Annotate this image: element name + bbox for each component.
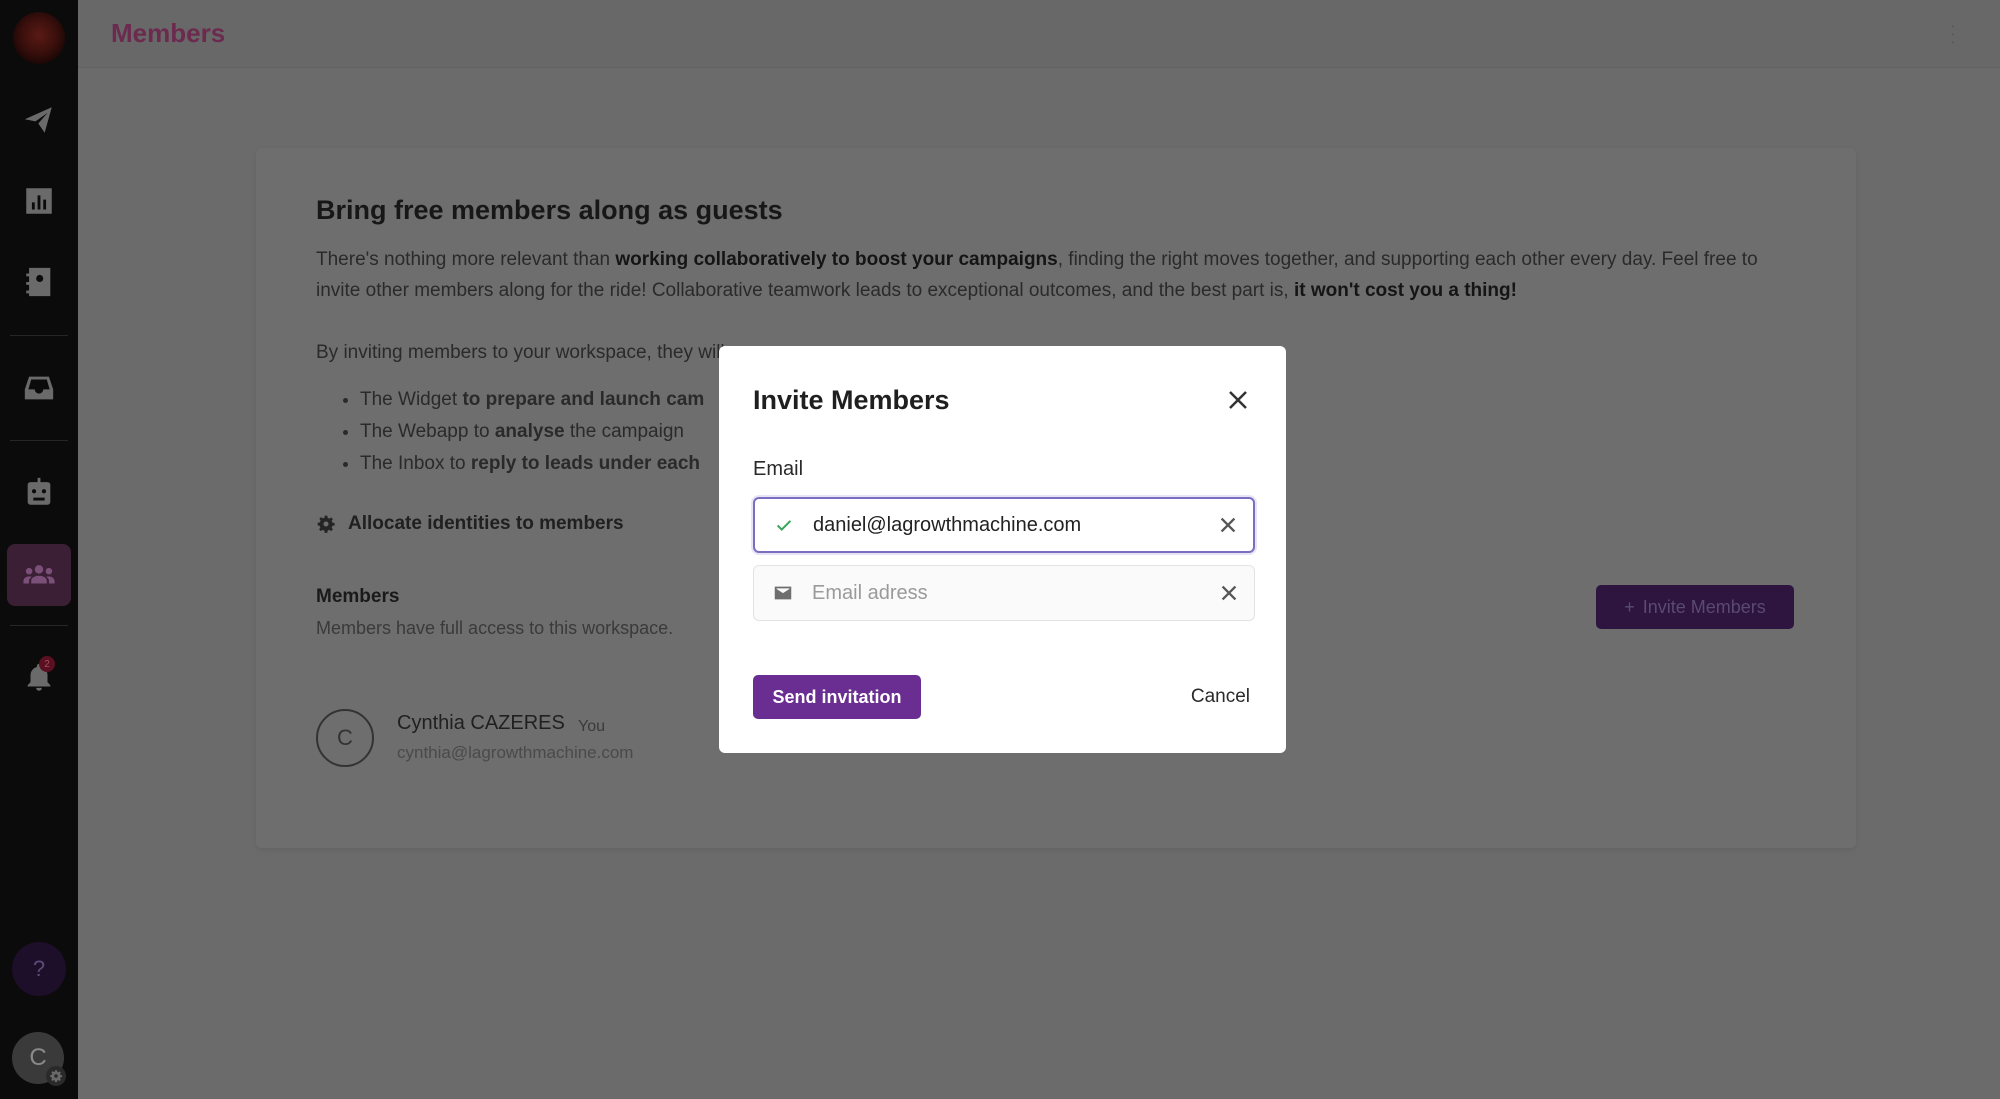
page-header: Members · · · (78, 0, 2000, 68)
sidebar: 2 ? C (0, 0, 78, 1099)
intro-text-1: There's nothing more relevant than (316, 249, 616, 270)
page-title: Members (111, 18, 226, 48)
gear-icon (317, 515, 335, 533)
email-label: Email (753, 458, 804, 480)
gear-icon (50, 1070, 63, 1083)
app-logo[interactable] (13, 12, 65, 64)
member-email: cynthia@lagrowthmachine.com (397, 743, 634, 762)
sidebar-item-bot[interactable] (15, 468, 63, 516)
check-icon (755, 514, 813, 536)
member-name: Cynthia CAZERES (397, 712, 565, 734)
members-heading: Members (316, 586, 400, 607)
sidebar-item-notifications[interactable]: 2 (15, 654, 63, 702)
sidebar-divider (10, 335, 68, 336)
list-item: The Inbox to reply to leads under each (360, 448, 704, 480)
contact-book-icon (26, 267, 51, 297)
allocate-identities-link[interactable]: Allocate identities to members (316, 513, 624, 535)
email-field[interactable] (813, 513, 1203, 537)
list-item: The Widget to prepare and launch cam (360, 384, 704, 416)
clear-email-button[interactable] (1203, 514, 1253, 536)
robot-icon (27, 477, 51, 505)
members-subtitle: Members have full access to this workspa… (316, 618, 674, 638)
close-icon (1221, 585, 1237, 601)
invite-members-label: Invite Members (1642, 596, 1766, 617)
bar-chart-icon (26, 188, 52, 214)
cancel-button[interactable]: Cancel (1191, 675, 1250, 719)
invite-members-button[interactable]: + Invite Members (1596, 585, 1794, 629)
paper-plane-icon (24, 107, 52, 133)
inbox-tray-icon (24, 376, 54, 400)
sidebar-item-campaigns[interactable] (15, 96, 63, 144)
card-title: Bring free members along as guests (316, 195, 783, 225)
help-button[interactable]: ? (12, 942, 66, 996)
avatar-settings-badge[interactable] (46, 1066, 66, 1086)
close-button[interactable] (1224, 386, 1252, 414)
invite-members-modal: Invite Members Email Send invitation Can… (719, 346, 1286, 753)
sidebar-divider (10, 440, 68, 441)
plus-icon: + (1624, 596, 1635, 617)
intro-bold-1: working collaboratively to boost your ca… (615, 249, 1058, 270)
sidebar-divider (10, 625, 68, 626)
users-icon (23, 565, 55, 584)
clear-email-button[interactable] (1204, 582, 1254, 604)
feature-list: The Widget to prepare and launch cam The… (340, 384, 704, 480)
close-icon (1229, 391, 1247, 409)
kebab-icon[interactable]: · · · (1949, 16, 1956, 52)
modal-title: Invite Members (753, 385, 950, 415)
intro-paragraph: There's nothing more relevant than worki… (316, 244, 1796, 306)
intro-bold-2: it won't cost you a thing! (1293, 280, 1517, 301)
sidebar-item-stats[interactable] (15, 177, 63, 225)
email-field-row (753, 565, 1255, 621)
sidebar-item-contacts[interactable] (15, 258, 63, 306)
email-field-row (753, 497, 1255, 553)
notification-badge: 2 (39, 656, 55, 672)
email-field[interactable] (812, 581, 1204, 605)
mail-icon (754, 582, 812, 604)
close-icon (1220, 517, 1236, 533)
avatar: C (316, 709, 374, 767)
allocate-label: Allocate identities to members (348, 513, 624, 534)
sidebar-item-members[interactable] (7, 544, 71, 606)
list-item: The Webapp to analyse the campaign (360, 416, 704, 448)
send-invitation-button[interactable]: Send invitation (753, 675, 921, 719)
sidebar-item-inbox[interactable] (15, 364, 63, 412)
member-you-badge: You (578, 718, 605, 735)
